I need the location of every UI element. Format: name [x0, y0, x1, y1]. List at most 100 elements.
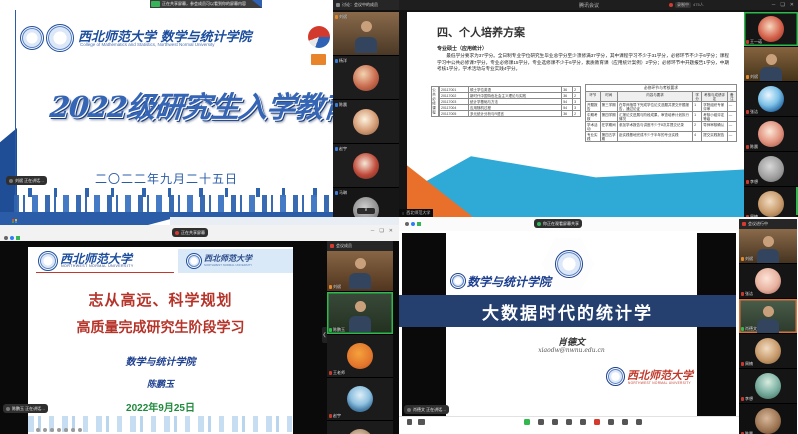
participant-name: 李想 [745, 396, 753, 401]
slide-line1: 志从高远、科学规划 [28, 289, 293, 310]
participant-tile[interactable]: 陈鹏玉 [327, 292, 393, 335]
university-logo: 西北师范大学 NORTHWEST NORMAL UNIVERSITY [606, 365, 736, 391]
quadrant-planning-slide: 正在共享屏幕 ─ ❏ ✕ 西北师范大学 NORTHWEST NORMAL UNI… [0, 217, 399, 434]
participant-name: 赵宇 [333, 413, 341, 418]
mic-status-icon [741, 292, 744, 296]
participant-tile[interactable]: 肖德文 [739, 299, 797, 334]
minimize-button[interactable]: ─ [371, 228, 375, 234]
apps-icon[interactable] [580, 419, 586, 425]
live-icon[interactable] [608, 419, 614, 425]
participant-tile[interactable]: 周楠 [744, 187, 798, 217]
mic-status-icon [741, 327, 744, 331]
participant-tile[interactable]: 刘斌 [739, 229, 797, 264]
whiteboard-icon[interactable] [538, 419, 544, 425]
laser-icon[interactable] [43, 428, 47, 432]
participant-tile[interactable]: 张洁 [744, 82, 798, 117]
close-button[interactable]: ✕ [790, 2, 794, 8]
participant-label: 李想 [746, 179, 758, 184]
maximize-button[interactable]: ❏ [379, 228, 383, 234]
screen-share-pill[interactable]: 正在共享屏幕 [172, 228, 208, 237]
invite-icon[interactable] [552, 419, 558, 425]
avatar [758, 191, 784, 217]
camera-icon[interactable] [10, 236, 14, 240]
slide-body-text: 最低学分要求为37学分。全日制专业学位研究生毕业总学分至少须修满37学分，其中课… [437, 53, 729, 73]
maximize-button[interactable]: ❏ [780, 2, 784, 8]
slide-org: 数学与统计学院 [28, 353, 293, 368]
avatar [353, 65, 379, 91]
close-button[interactable]: ✕ [389, 228, 393, 234]
toolbar-center [524, 419, 642, 425]
participant-tile[interactable]: 刘斌 [333, 12, 399, 56]
participant-tile[interactable]: 周楠 [739, 334, 797, 369]
participant-tile[interactable]: 刘斌 [327, 249, 393, 292]
participant-label: 赵宇 [329, 413, 341, 418]
highlighter-icon[interactable] [50, 428, 54, 432]
watching-share-pill[interactable]: 你正在观看屏幕共享 [534, 219, 582, 228]
apps-grid-icon[interactable] [12, 219, 17, 224]
speaker-indicator-pill[interactable]: 肖德文 正在讲话… [404, 405, 449, 414]
participant-tile[interactable]: 李想 [739, 369, 797, 404]
participant-label: 王老师 [329, 370, 345, 375]
participant-name: 刘斌 [339, 14, 347, 19]
participant-tile[interactable]: 赵宇 [333, 144, 399, 188]
participant-tile[interactable]: 王老师 [327, 335, 393, 378]
pen-icon[interactable] [36, 428, 40, 432]
participants-list: 刘斌 陈鹏玉 [327, 249, 393, 434]
screen-share-bar[interactable]: 正在共享屏幕，参会成员可以看到你的屏幕内容 [150, 0, 262, 8]
eraser-icon[interactable] [57, 428, 61, 432]
participant-tile[interactable]: 赵宇 [327, 378, 393, 421]
minimize-button[interactable]: ─ [772, 2, 776, 8]
record-icon[interactable] [594, 419, 600, 425]
shared-slide: 数学与统计学院 大数据时代的统计学 肖德文 xiaodw@nwnu.edu.cn… [446, 233, 697, 419]
participant-tile[interactable]: 李想 [327, 421, 393, 434]
grid-dot [15, 221, 17, 223]
slide-date: 2022年9月25日 [28, 399, 293, 414]
rail-header[interactable]: 会议成员 [327, 241, 393, 251]
zoom-icon[interactable] [71, 428, 75, 432]
mic-muted-icon[interactable] [405, 222, 409, 226]
participant-label: 陈鹏玉 [329, 327, 345, 332]
mic-status-icon [335, 191, 338, 195]
participant-tile[interactable]: 王一诺 [744, 12, 798, 47]
left-table-wrap: 公共必修课程 20117001硕士学位英语36220117002新时代中国特色社… [431, 86, 581, 117]
participant-tile[interactable]: 张洁 [739, 264, 797, 299]
participants-icon[interactable] [566, 419, 572, 425]
title-banner: 大数据时代的统计学 [399, 295, 736, 327]
camera-icon[interactable] [411, 222, 415, 226]
person-head [355, 258, 366, 269]
presentation-toolbar[interactable] [36, 428, 82, 432]
participant-tile[interactable]: 陈晨 [739, 404, 797, 434]
participant-name: 赵宇 [339, 146, 347, 151]
participant-tile[interactable]: 杨洋 [333, 56, 399, 100]
mic-icon[interactable] [407, 419, 412, 425]
avatar [755, 338, 781, 364]
collapse-rail-button[interactable]: ∨ [357, 208, 375, 214]
speaker-indicator-pill[interactable]: 陈鹏玉 正在讲话… [3, 404, 48, 413]
mic-muted-icon[interactable] [4, 236, 8, 240]
mic-status-icon [335, 15, 338, 19]
slide-header-band: 西北师范大学 NORTHWEST NORMAL UNIVERSITY 西北师范大… [28, 249, 293, 273]
mic-status-icon [741, 362, 744, 366]
rail-header[interactable]: 讨论：会议中的成员 [333, 0, 399, 10]
participants-rail: 会议进行中 刘斌 [739, 219, 797, 434]
speaker-indicator-pill[interactable]: 刘斌 正在讲话… [6, 176, 47, 185]
person-body [355, 37, 377, 53]
participant-tile[interactable]: 陈晨 [333, 100, 399, 144]
docs-icon[interactable] [622, 419, 628, 425]
university-name-en: NORTHWEST NORMAL UNIVERSITY [628, 381, 691, 385]
slides-icon[interactable] [64, 428, 68, 432]
rail-header[interactable]: 会议进行中 [739, 219, 797, 229]
share-screen-icon[interactable] [524, 419, 530, 425]
avatar [755, 408, 781, 434]
more-icon[interactable] [78, 428, 82, 432]
settings-icon[interactable] [636, 419, 642, 425]
participant-tile[interactable]: 李想 [744, 152, 798, 187]
camera-icon[interactable] [418, 419, 425, 425]
participant-tile[interactable]: 陈晨 [744, 117, 798, 152]
participant-tile[interactable]: 刘斌 [744, 47, 798, 82]
slide-header-subtitle: College of Mathematics and Statistics, N… [80, 42, 215, 47]
window-titlebar[interactable]: 腾讯会议 录制中 475人 ─ ❏ ✕ [399, 0, 798, 10]
participant-label: 刘斌 [329, 284, 341, 289]
viewer-name: 西北师范大学 [406, 210, 430, 216]
strip-light-section [170, 217, 399, 225]
